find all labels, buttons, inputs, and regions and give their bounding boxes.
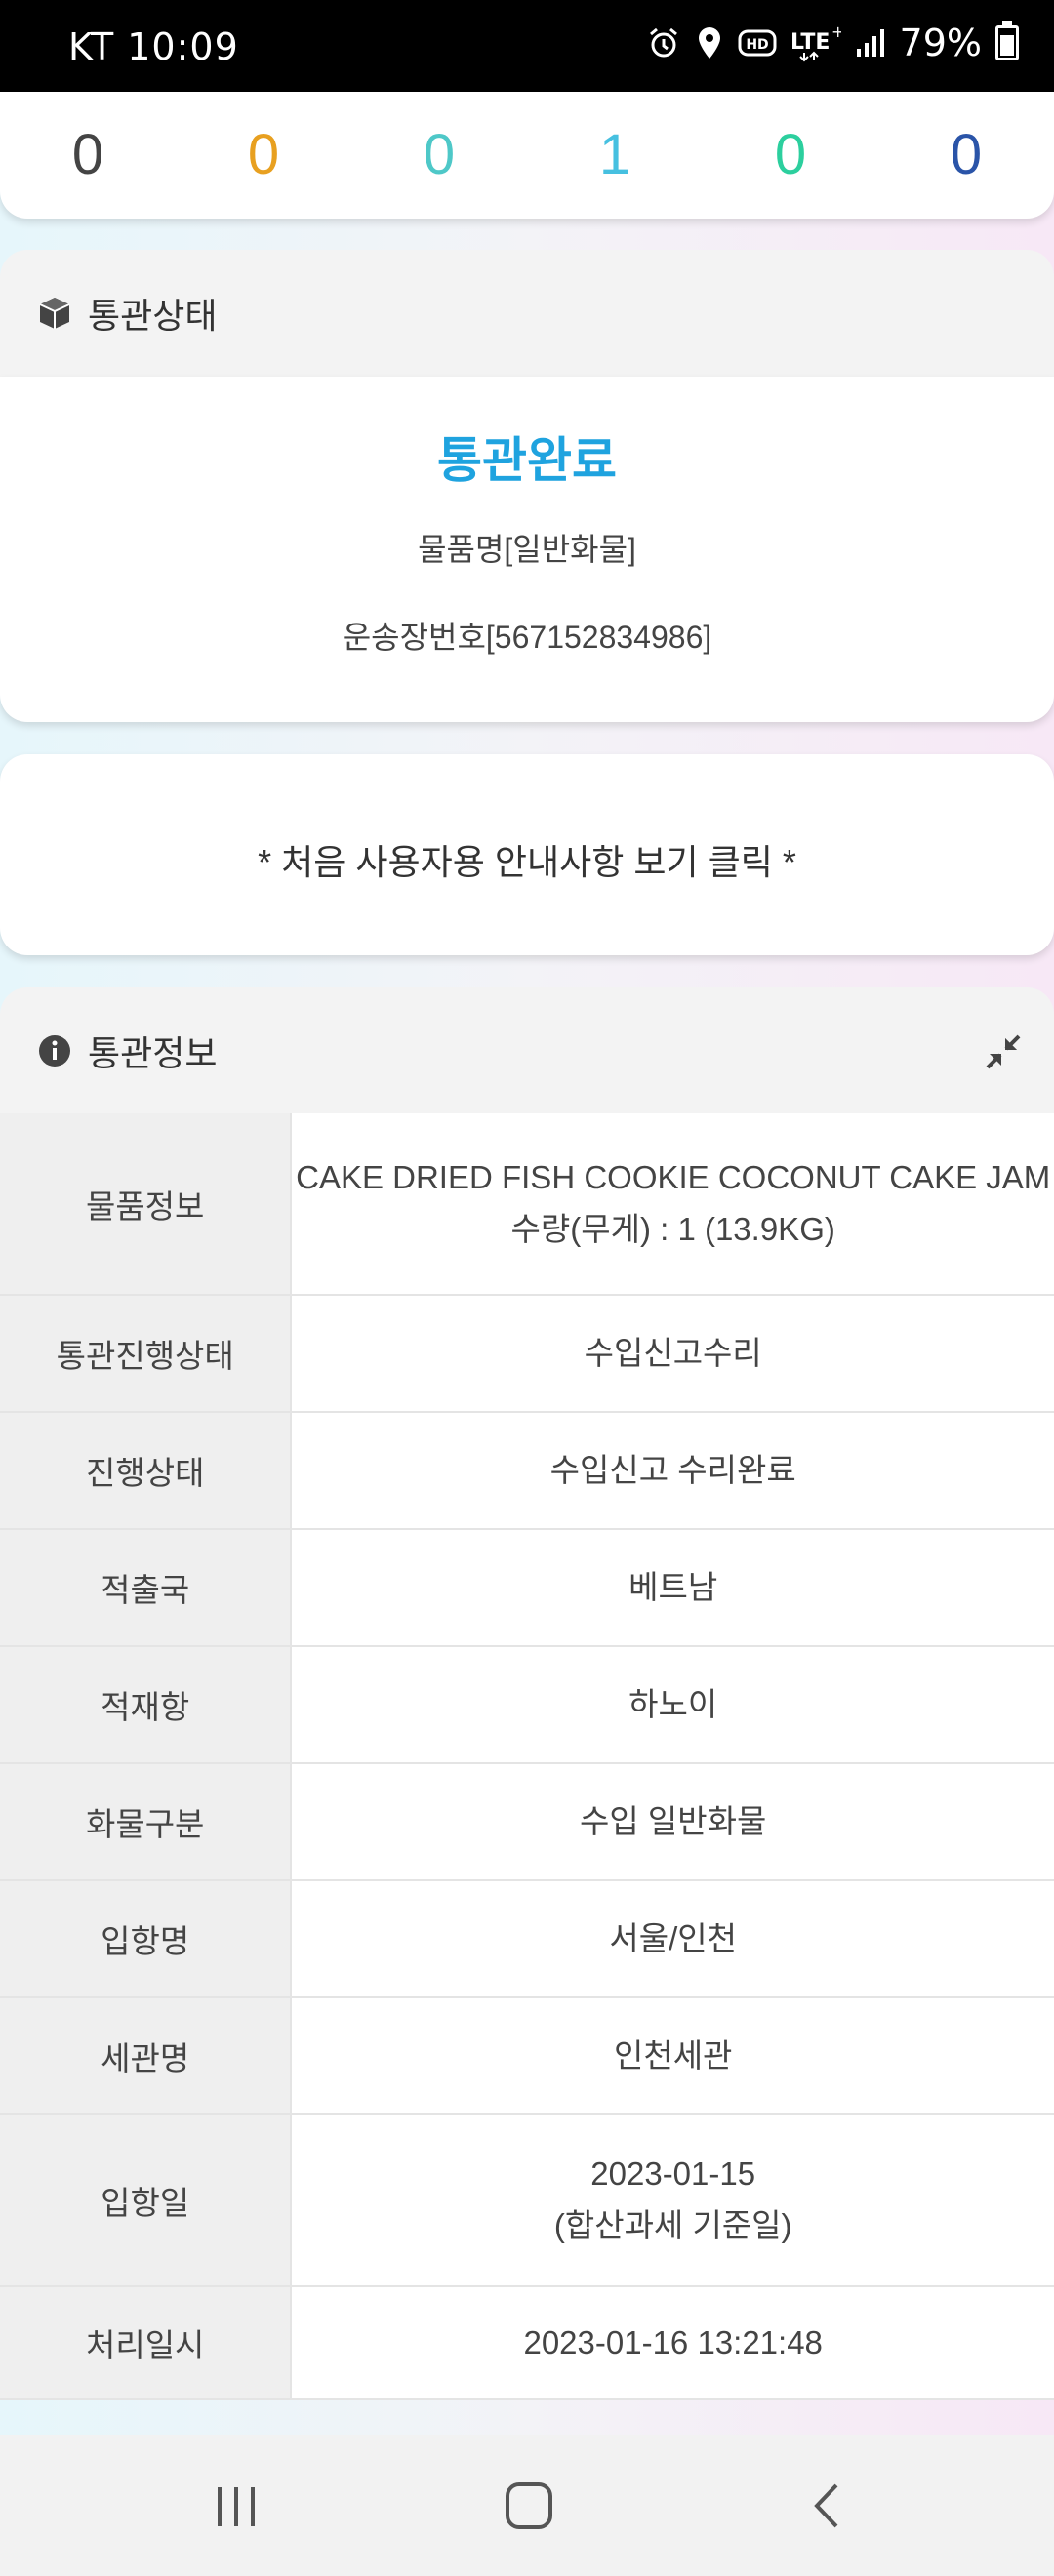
row-label: 적출국 bbox=[0, 1529, 293, 1647]
svg-text:LTE: LTE bbox=[790, 30, 830, 55]
row-value: 서울/인천 bbox=[291, 1880, 1054, 1998]
battery-percent: 79% bbox=[899, 21, 982, 64]
row-value: 2023-01-16 13:21:48 bbox=[291, 2286, 1054, 2400]
counter-2[interactable]: 0 bbox=[176, 92, 351, 219]
row-label: 적재항 bbox=[0, 1646, 293, 1764]
navigation-bar bbox=[0, 2435, 1054, 2576]
item-name-text: 물품명[일반화물] bbox=[418, 532, 636, 567]
counter-1[interactable]: 0 bbox=[0, 92, 176, 219]
table-row: 통관진행상태 수입신고수리 bbox=[0, 1295, 1054, 1413]
row-label: 물품정보 bbox=[0, 1113, 293, 1296]
row-value: 수입신고 수리완료 bbox=[291, 1412, 1054, 1530]
customs-status-title: 통관상태 bbox=[88, 296, 218, 336]
row-label: 입항일 bbox=[0, 2114, 293, 2287]
table-row: 화물구분 수입 일반화물 bbox=[0, 1763, 1054, 1881]
table-row: 물품정보 CAKE DRIED FISH COOKIE COCONUT CAKE… bbox=[0, 1113, 1054, 1296]
back-icon[interactable] bbox=[798, 2476, 857, 2535]
customs-status-main: 통관완료 bbox=[437, 433, 617, 488]
collapse-icon[interactable] bbox=[984, 1032, 1023, 1071]
home-icon[interactable] bbox=[500, 2476, 558, 2535]
item-description: CAKE DRIED FISH COOKIE COCONUT CAKE JAM bbox=[296, 1158, 1051, 1195]
table-row: 입항명 서울/인천 bbox=[0, 1880, 1054, 1998]
table-row: 입항일 2023-01-15 (합산과세 기준일) bbox=[0, 2114, 1054, 2287]
row-value: 2023-01-15 (합산과세 기준일) bbox=[291, 2114, 1054, 2287]
table-row: 세관명 인천세관 bbox=[0, 1997, 1054, 2115]
row-value: 인천세관 bbox=[291, 1997, 1054, 2115]
arrival-date-note: (합산과세 기준일) bbox=[553, 2207, 792, 2243]
hd-icon: HD bbox=[738, 27, 777, 59]
customs-info-header: 통관정보 bbox=[0, 987, 1054, 1114]
customs-info-table: 물품정보 CAKE DRIED FISH COOKIE COCONUT CAKE… bbox=[0, 1113, 1054, 2400]
status-bar: KT 10:09 HD LTE + 79% bbox=[0, 0, 1054, 92]
row-label: 세관명 bbox=[0, 1997, 293, 2115]
customs-status-header: 통관상태 bbox=[0, 250, 1054, 377]
customs-info-title: 통관정보 bbox=[88, 1033, 218, 1073]
first-user-guide-link[interactable]: * 처음 사용자용 안내사항 보기 클릭 * bbox=[0, 834, 1054, 885]
counter-bar: 0 0 0 1 0 0 bbox=[0, 92, 1054, 219]
battery-icon bbox=[995, 21, 1019, 60]
counter-5[interactable]: 0 bbox=[703, 92, 878, 219]
info-icon bbox=[35, 1031, 74, 1070]
table-row: 진행상태 수입신고 수리완료 bbox=[0, 1412, 1054, 1530]
location-icon bbox=[695, 25, 724, 60]
carrier-time: KT 10:09 bbox=[68, 25, 239, 68]
row-value: 베트남 bbox=[291, 1529, 1054, 1647]
row-value: CAKE DRIED FISH COOKIE COCONUT CAKE JAM … bbox=[291, 1113, 1054, 1296]
table-row: 적재항 하노이 bbox=[0, 1646, 1054, 1764]
arrival-date: 2023-01-15 bbox=[590, 2155, 756, 2193]
table-row: 처리일시 2023-01-16 13:21:48 bbox=[0, 2286, 1054, 2400]
customs-status-card: 통관완료 물품명[일반화물] 운송장번호[567152834986] bbox=[0, 377, 1054, 722]
recent-apps-icon[interactable] bbox=[207, 2476, 265, 2535]
svg-text:+: + bbox=[831, 23, 841, 41]
counter-4[interactable]: 1 bbox=[527, 92, 703, 219]
counter-3[interactable]: 0 bbox=[351, 92, 527, 219]
signal-icon bbox=[855, 27, 886, 59]
first-user-guide-card[interactable]: * 처음 사용자용 안내사항 보기 클릭 * bbox=[0, 754, 1054, 955]
row-label: 화물구분 bbox=[0, 1763, 293, 1881]
row-value: 수입신고수리 bbox=[291, 1295, 1054, 1413]
waybill-text: 운송장번호[567152834986] bbox=[342, 620, 712, 655]
svg-text:HD: HD bbox=[746, 37, 768, 53]
status-icons: HD LTE + 79% bbox=[646, 21, 1019, 64]
row-label: 입항명 bbox=[0, 1880, 293, 1998]
row-label: 통관진행상태 bbox=[0, 1295, 293, 1413]
box-icon bbox=[35, 294, 74, 333]
row-label: 처리일시 bbox=[0, 2286, 293, 2400]
row-value: 하노이 bbox=[291, 1646, 1054, 1764]
row-value: 수입 일반화물 bbox=[291, 1763, 1054, 1881]
table-row: 적출국 베트남 bbox=[0, 1529, 1054, 1647]
row-label: 진행상태 bbox=[0, 1412, 293, 1530]
lte-icon: LTE + bbox=[790, 23, 841, 62]
counter-6[interactable]: 0 bbox=[878, 92, 1054, 219]
item-quantity: 수량(무게) : 1 (13.9KG) bbox=[510, 1210, 835, 1247]
alarm-icon bbox=[646, 25, 681, 60]
